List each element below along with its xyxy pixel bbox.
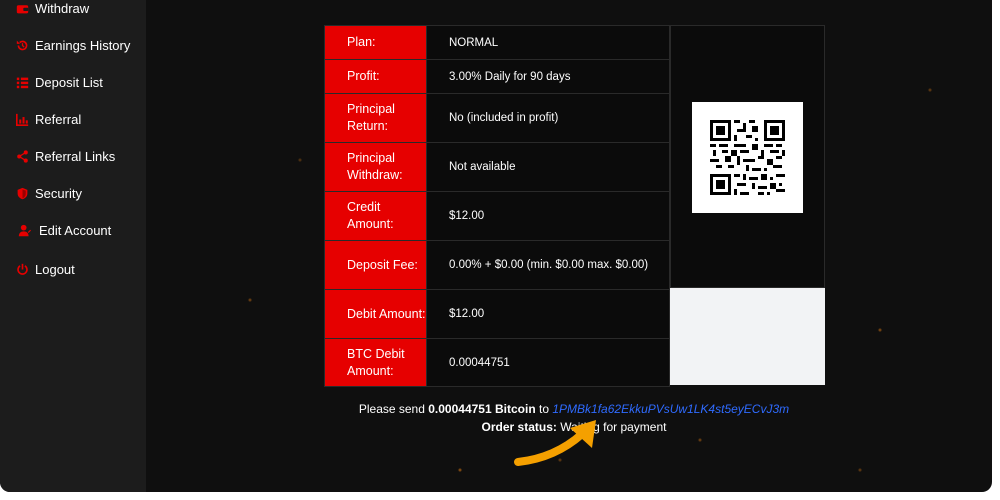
row-label: Plan: xyxy=(324,25,427,60)
table-row: Profit: 3.00% Daily for 90 days xyxy=(324,59,670,94)
share-icon xyxy=(14,148,30,164)
sidebar-item-label: Referral Links xyxy=(35,148,116,164)
row-label: Principal Return: xyxy=(324,93,427,143)
deposit-details-table: Plan: NORMAL Profit: 3.00% Daily for 90 … xyxy=(324,25,670,387)
sidebar-item-label: Security xyxy=(35,185,82,201)
sidebar-item-label: Edit Account xyxy=(39,222,112,238)
sidebar-item-logout[interactable]: Logout xyxy=(14,257,75,281)
row-label: Profit: xyxy=(324,59,427,94)
blank-panel xyxy=(670,288,825,385)
sidebar-item-security[interactable]: Security xyxy=(14,181,82,205)
table-row: Principal Withdraw: Not available xyxy=(324,142,670,192)
row-label: BTC Debit Amount: xyxy=(324,338,427,387)
shield-icon xyxy=(14,185,30,201)
qr-code xyxy=(692,102,803,213)
bitcoin-address-link[interactable]: 1PMBk1fa62EkkuPVsUw1LK4st5eyECvJ3m xyxy=(552,402,789,416)
row-label: Credit Amount: xyxy=(324,191,427,241)
row-label: Debit Amount: xyxy=(324,289,427,339)
row-label: Principal Withdraw: xyxy=(324,142,427,192)
sidebar-item-label: Logout xyxy=(35,261,75,277)
sidebar-item-earnings-history[interactable]: Earnings History xyxy=(14,33,130,57)
row-value: 0.00% + $0.00 (min. $0.00 max. $0.00) xyxy=(426,240,670,290)
sidebar-item-withdraw[interactable]: Withdraw xyxy=(14,0,89,20)
btc-amount: 0.00044751 xyxy=(428,402,492,416)
sidebar-item-edit-account[interactable]: Edit Account xyxy=(14,218,111,242)
wallet-icon xyxy=(14,0,30,16)
row-value: Not available xyxy=(426,142,670,192)
sidebar-item-referral-links[interactable]: Referral Links xyxy=(14,144,115,168)
row-value: No (included in profit) xyxy=(426,93,670,143)
sidebar: Withdraw Earnings History Deposit List R… xyxy=(0,0,146,492)
send-prefix: Please send xyxy=(358,402,425,416)
table-row: BTC Debit Amount: 0.00044751 xyxy=(324,338,670,387)
table-row: Debit Amount: $12.00 xyxy=(324,289,670,339)
row-value: NORMAL xyxy=(426,25,670,60)
curved-arrow-icon xyxy=(514,420,596,466)
power-icon xyxy=(14,261,30,277)
row-value: 0.00044751 xyxy=(426,338,670,387)
list-icon xyxy=(14,74,30,90)
table-row: Deposit Fee: 0.00% + $0.00 (min. $0.00 m… xyxy=(324,240,670,290)
row-label: Deposit Fee: xyxy=(324,240,427,290)
sidebar-item-label: Deposit List xyxy=(35,74,103,90)
row-value: $12.00 xyxy=(426,289,670,339)
table-row: Principal Return: No (included in profit… xyxy=(324,93,670,143)
row-value: 3.00% Daily for 90 days xyxy=(426,59,670,94)
qr-panel xyxy=(670,25,825,288)
to-label: to xyxy=(539,402,550,416)
app-window: Withdraw Earnings History Deposit List R… xyxy=(0,0,992,492)
sidebar-item-label: Withdraw xyxy=(35,0,90,16)
table-row: Plan: NORMAL xyxy=(324,25,670,60)
payment-instruction: Please send 0.00044751 Bitcoin to 1PMBk1… xyxy=(324,402,824,416)
history-icon xyxy=(14,37,30,53)
user-edit-icon xyxy=(14,222,34,238)
sidebar-item-label: Earnings History xyxy=(35,37,131,53)
bar-chart-icon xyxy=(14,111,30,127)
sidebar-item-deposit-list[interactable]: Deposit List xyxy=(14,70,103,94)
row-value: $12.00 xyxy=(426,191,670,241)
sidebar-item-label: Referral xyxy=(35,111,82,127)
sidebar-item-referral[interactable]: Referral xyxy=(14,107,81,131)
table-row: Credit Amount: $12.00 xyxy=(324,191,670,241)
currency-label: Bitcoin xyxy=(494,402,536,416)
